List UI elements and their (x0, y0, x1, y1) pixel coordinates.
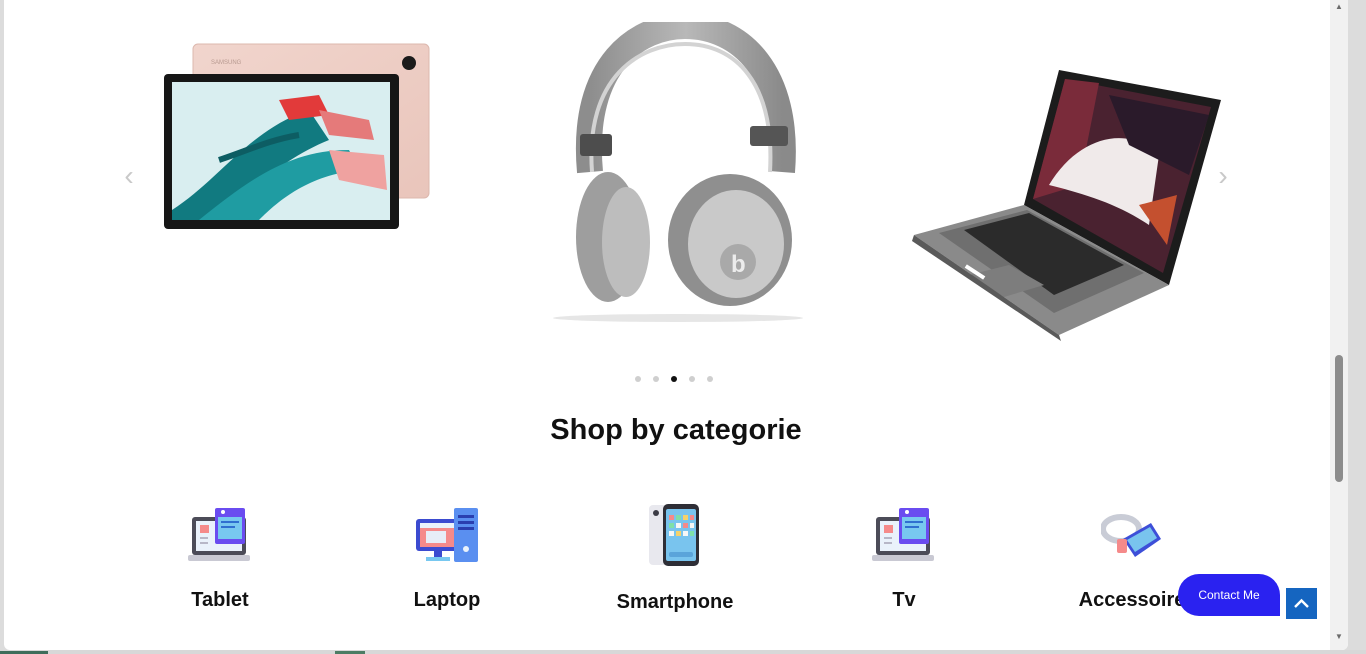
tablet-product-image: SAMSUNG (164, 43, 430, 229)
slide-laptop[interactable] (909, 65, 1239, 350)
scroll-up-arrow-icon[interactable]: ▲ (1330, 0, 1348, 14)
smartphone-icon (649, 504, 699, 566)
category-tablet[interactable]: Tablet (130, 505, 310, 612)
category-label-laptop: Laptop (413, 589, 481, 611)
svg-text:b: b (731, 251, 746, 278)
slide-headphones[interactable]: b (550, 12, 806, 327)
section-title: Shop by categorie (550, 414, 802, 446)
scroll-down-arrow-icon[interactable]: ▼ (1330, 630, 1348, 644)
slide-tablet[interactable]: SAMSUNG (159, 40, 439, 240)
category-list: Tablet Laptop Smartphone Tv Accessoire (4, 495, 1348, 625)
window-bottom-edge (0, 650, 1366, 654)
category-label-smartphone: Smartphone (616, 591, 734, 613)
carousel-prev-button[interactable]: ‹ (118, 160, 140, 192)
laptop-product-image (912, 70, 1221, 341)
tablet-icon (188, 508, 250, 561)
vr-headset-icon (1101, 514, 1161, 557)
category-laptop[interactable]: Laptop (357, 505, 537, 612)
scrollbar-thumb[interactable] (1335, 355, 1343, 482)
headphones-product-image: b (553, 12, 803, 322)
carousel-dot-5[interactable] (707, 376, 713, 382)
carousel-dot-4[interactable] (689, 376, 695, 382)
contact-me-button[interactable]: Contact Me (1178, 574, 1280, 616)
page-viewport: ‹ › SAMSUNG b Shop by categorie Tablet L… (4, 0, 1348, 650)
carousel-dots (635, 376, 713, 382)
tv-icon (872, 508, 934, 561)
category-label-tablet: Tablet (191, 589, 249, 611)
page-scrollbar[interactable]: ▲ ▼ (1330, 0, 1348, 650)
desktop-computer-icon (416, 508, 478, 562)
category-label-tv: Tv (892, 589, 916, 611)
scroll-to-top-button[interactable] (1286, 588, 1317, 619)
chevron-left-icon: ‹ (124, 160, 134, 191)
chevron-up-icon (1294, 598, 1309, 608)
category-tv[interactable]: Tv (814, 505, 994, 612)
svg-text:SAMSUNG: SAMSUNG (211, 60, 242, 66)
carousel-dot-1[interactable] (635, 376, 641, 382)
category-smartphone[interactable]: Smartphone (585, 503, 765, 614)
carousel-dot-3-active[interactable] (671, 376, 677, 382)
carousel-dot-2[interactable] (653, 376, 659, 382)
product-carousel: ‹ › SAMSUNG b (4, 0, 1348, 400)
